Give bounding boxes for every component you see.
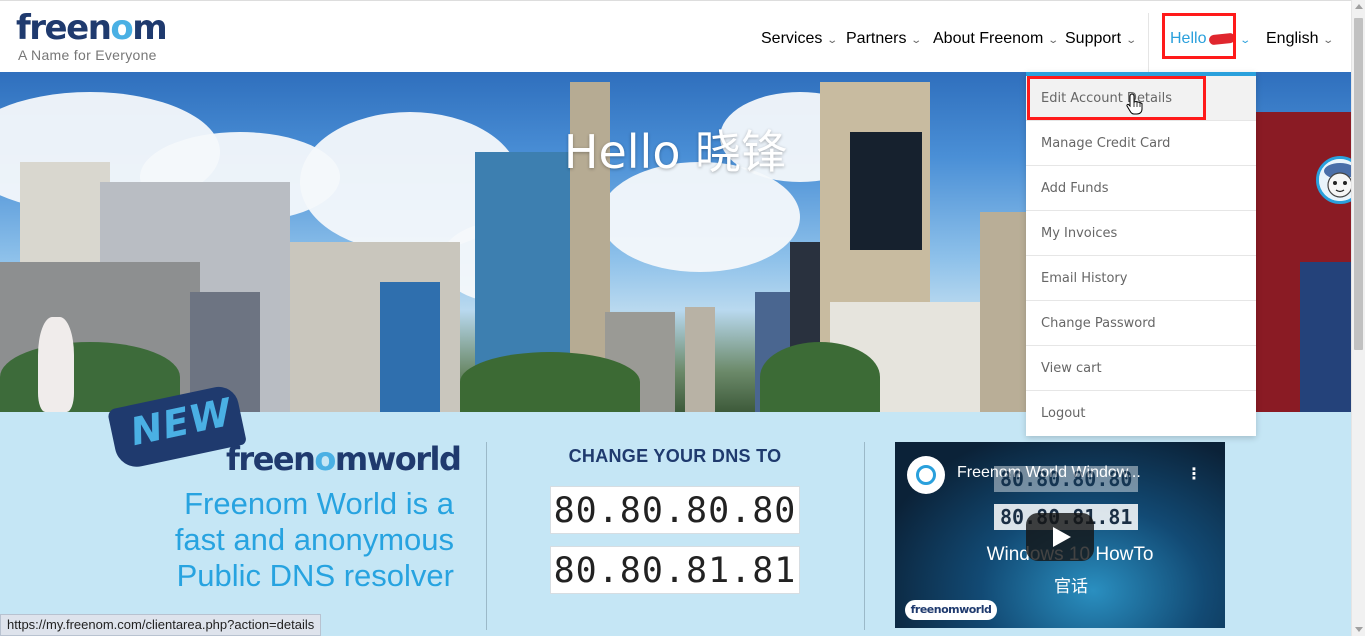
menu-manage-credit-card[interactable]: Manage Credit Card: [1026, 121, 1256, 166]
menu-add-funds[interactable]: Add Funds: [1026, 166, 1256, 211]
nav-divider: [1148, 13, 1149, 73]
building: [685, 307, 715, 412]
description-line: fast and anonymous: [174, 522, 454, 557]
menu-logout[interactable]: Logout: [1026, 391, 1256, 436]
dns-heading: CHANGE YOUR DNS TO: [568, 446, 782, 466]
nav-partners[interactable]: Partners ⌄: [846, 30, 923, 48]
video-player[interactable]: Freenom World Window... ⋮ 80.80.80.80 80…: [895, 442, 1225, 628]
menu-email-history[interactable]: Email History: [1026, 256, 1256, 301]
freenomworld-logo: freenomworld: [226, 440, 462, 478]
nav-language[interactable]: English ⌄: [1266, 30, 1335, 48]
scroll-down-arrow-icon[interactable]: [1355, 627, 1363, 632]
chevron-down-icon: ⌄: [1047, 35, 1060, 46]
chevron-down-icon: ⌄: [1322, 35, 1335, 46]
chevron-down-icon: ⌄: [1125, 35, 1138, 46]
nav-about[interactable]: About Freenom ⌄: [933, 30, 1060, 48]
menu-view-cart[interactable]: View cart: [1026, 346, 1256, 391]
highlight-box-edit-account: [1027, 76, 1206, 120]
tagline: A Name for Everyone: [18, 47, 157, 63]
trees: [460, 352, 640, 412]
vertical-scrollbar[interactable]: [1351, 0, 1365, 636]
play-button[interactable]: [1026, 513, 1094, 561]
link-status-bar: https://my.freenom.com/clientarea.php?ac…: [0, 614, 322, 636]
freenomworld-description: Freenom World is a fast and anonymous Pu…: [100, 486, 454, 594]
chevron-down-icon: ⌄: [1239, 35, 1252, 46]
scrollbar-thumb[interactable]: [1354, 18, 1363, 350]
nav-services[interactable]: Services ⌄: [761, 30, 839, 48]
more-vert-icon[interactable]: ⋮: [1186, 464, 1202, 484]
trees: [760, 342, 880, 412]
divider: [864, 442, 865, 630]
bowling-pin: [38, 317, 74, 412]
description-line: Freenom World is a: [184, 486, 454, 521]
channel-icon[interactable]: [907, 456, 945, 494]
video-logo: freenomworld: [905, 600, 997, 620]
menu-change-password[interactable]: Change Password: [1026, 301, 1256, 346]
menu-my-invoices[interactable]: My Invoices: [1026, 211, 1256, 256]
divider: [486, 442, 487, 630]
freenom-logo[interactable]: freenom: [16, 11, 168, 45]
description-line: Public DNS resolver: [176, 558, 454, 593]
nav-support[interactable]: Support ⌄: [1065, 30, 1138, 48]
billboard: [1300, 262, 1351, 412]
dns-primary: 80.80.80.80: [550, 486, 800, 534]
video-caption-sub: 官话: [1054, 577, 1088, 596]
scroll-up-arrow-icon[interactable]: [1355, 4, 1363, 9]
video-ip-1: 80.80.80.80: [994, 466, 1139, 492]
building: [980, 212, 1030, 412]
account-dropdown-menu: Edit Account Details Manage Credit Card …: [1026, 72, 1256, 436]
building: [380, 282, 440, 412]
hand-pointer-icon: [1126, 93, 1143, 115]
dns-secondary: 80.80.81.81: [550, 546, 800, 594]
chevron-down-icon: ⌄: [910, 35, 923, 46]
chevron-down-icon: ⌄: [826, 35, 839, 46]
highlight-box-hello: [1162, 13, 1236, 59]
site-header: freenom A Name for Everyone Services ⌄ Pa…: [0, 0, 1351, 73]
